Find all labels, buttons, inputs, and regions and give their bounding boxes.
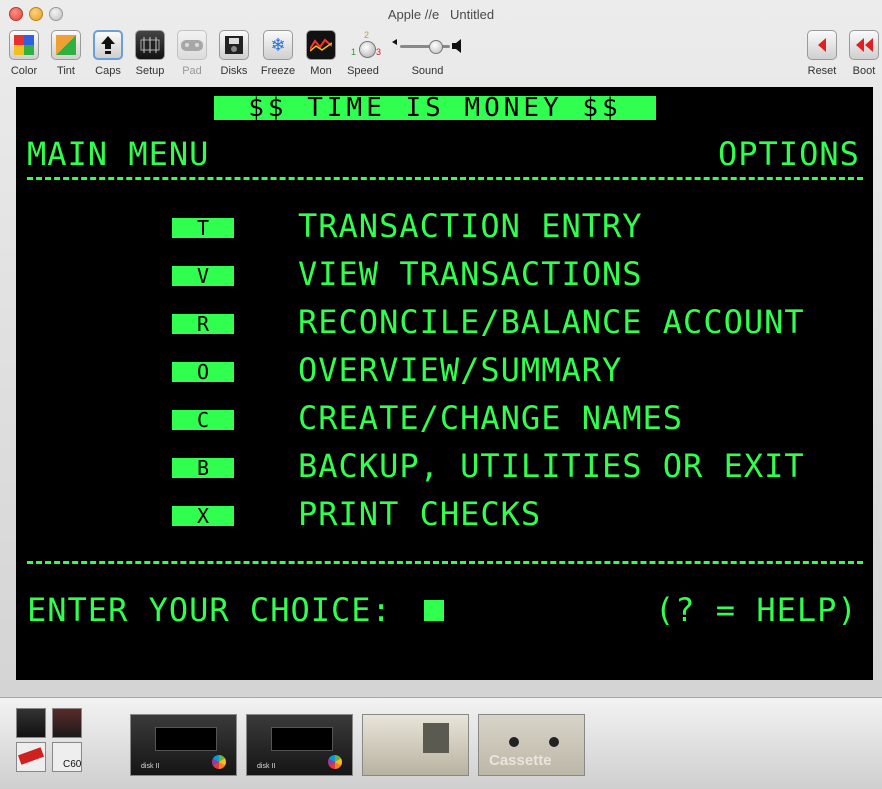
menu-key: X xyxy=(172,506,234,526)
color-icon xyxy=(9,30,39,60)
speaker-icon xyxy=(452,39,461,53)
gamepad-icon xyxy=(177,30,207,60)
volume-thumb[interactable] xyxy=(429,40,443,54)
tint-label: Tint xyxy=(57,65,75,77)
cassette-label: Cassette xyxy=(489,752,552,769)
apple-logo-icon xyxy=(212,755,226,769)
drive-slot xyxy=(271,727,333,751)
reset-label: Reset xyxy=(807,65,837,77)
setup-button[interactable]: Setup xyxy=(130,30,170,77)
peripheral-shelf: C60 disk II disk II Cassette xyxy=(0,697,882,789)
pad-label: Pad xyxy=(182,65,202,77)
tint-icon xyxy=(51,30,81,60)
reel-icon xyxy=(549,737,559,747)
sound-label: Sound xyxy=(411,65,444,77)
disk-drive-2[interactable]: disk II xyxy=(246,714,353,776)
snowflake-icon: ❄ xyxy=(263,30,293,60)
text-cursor xyxy=(424,600,444,621)
help-hint: (? = HELP) xyxy=(655,591,858,629)
reset-icon xyxy=(807,30,837,60)
speed-dial[interactable]: 1 2 3 xyxy=(348,30,382,60)
menu-key: T xyxy=(172,218,234,238)
menu-key: R xyxy=(172,314,234,334)
speed-mark-2: 2 xyxy=(364,30,370,40)
choice-prompt: ENTER YOUR CHOICE: xyxy=(27,591,392,629)
cassette-thumbnail[interactable]: Cassette xyxy=(478,714,585,776)
printer-panel-icon xyxy=(423,723,449,753)
speed-mark-1: 1 xyxy=(351,47,357,57)
toolbar: Color Tint Caps Setup Pad Disks ❄ Freeze… xyxy=(0,26,882,82)
mon-label: Mon xyxy=(310,65,332,77)
drive-label: disk II xyxy=(141,763,160,770)
menu-label: VIEW TRANSACTIONS xyxy=(298,255,643,293)
emulator-window: Apple //e Untitled Color Tint Caps Setup xyxy=(0,0,882,697)
bottom-divider xyxy=(27,561,863,564)
disks-button[interactable]: Disks xyxy=(214,30,254,77)
caps-lock-icon xyxy=(93,30,123,60)
menu-key: O xyxy=(172,362,234,382)
boot-label: Boot xyxy=(852,65,876,77)
menu-key: B xyxy=(172,458,234,478)
reset-button[interactable]: Reset xyxy=(802,30,842,77)
mini-diskii-thumbnail[interactable] xyxy=(16,742,46,772)
mini-disk-thumbnail[interactable] xyxy=(52,708,82,738)
main-menu-heading: MAIN MENU xyxy=(27,135,210,173)
monitor-icon xyxy=(306,30,336,60)
freeze-button[interactable]: ❄ Freeze xyxy=(258,30,298,77)
mini-c60-label: C60 xyxy=(63,759,82,770)
freeze-label: Freeze xyxy=(260,65,296,77)
speed-label: Speed xyxy=(347,65,379,77)
diskii-logo-icon xyxy=(18,747,44,765)
mon-button[interactable]: Mon xyxy=(301,30,341,77)
caps-button[interactable]: Caps xyxy=(88,30,128,77)
menu-key: C xyxy=(172,410,234,430)
options-heading: OPTIONS xyxy=(718,135,860,173)
title-bar: Apple //e Untitled xyxy=(0,0,882,26)
printer-thumbnail[interactable] xyxy=(362,714,469,776)
disks-label: Disks xyxy=(220,65,248,77)
menu-label: RECONCILE/BALANCE ACCOUNT xyxy=(298,303,805,341)
menu-label: OVERVIEW/SUMMARY xyxy=(298,351,623,389)
apple-logo-icon xyxy=(328,755,342,769)
menu-key: V xyxy=(172,266,234,286)
menu-label: TRANSACTION ENTRY xyxy=(298,207,643,245)
drive-slot xyxy=(155,727,217,751)
speed-mark-3: 3 xyxy=(376,47,382,57)
chip-icon xyxy=(135,30,165,60)
speed-control[interactable]: 1 2 3 Speed xyxy=(343,30,383,77)
setup-label: Setup xyxy=(135,65,165,77)
menu-label: BACKUP, UTILITIES OR EXIT xyxy=(298,447,805,485)
mini-disk-thumbnail[interactable] xyxy=(16,708,46,738)
disk-icon xyxy=(219,30,249,60)
emulator-screen[interactable]: $$ TIME IS MONEY $$ MAIN MENU OPTIONS T … xyxy=(16,87,873,680)
top-divider xyxy=(27,177,863,180)
caps-label: Caps xyxy=(95,65,121,77)
menu-label: CREATE/CHANGE NAMES xyxy=(298,399,684,437)
menu-label: PRINT CHECKS xyxy=(298,495,542,533)
window-title: Apple //e Untitled xyxy=(387,7,495,22)
mini-cassette-thumbnail[interactable]: C60 xyxy=(52,742,82,772)
disk-drive-1[interactable]: disk II xyxy=(130,714,237,776)
boot-button[interactable]: Boot xyxy=(844,30,882,77)
reel-icon xyxy=(509,737,519,747)
sound-control[interactable]: Sound xyxy=(390,30,465,77)
color-button[interactable]: Color xyxy=(4,30,44,77)
color-label: Color xyxy=(10,65,38,77)
speed-knob-icon xyxy=(359,41,376,58)
boot-icon xyxy=(849,30,879,60)
volume-slider[interactable] xyxy=(390,30,465,60)
banner: $$ TIME IS MONEY $$ xyxy=(214,95,656,121)
volume-low-icon xyxy=(392,39,397,45)
pad-button[interactable]: Pad xyxy=(172,30,212,77)
tint-button[interactable]: Tint xyxy=(46,30,86,77)
drive-label: disk II xyxy=(257,763,276,770)
